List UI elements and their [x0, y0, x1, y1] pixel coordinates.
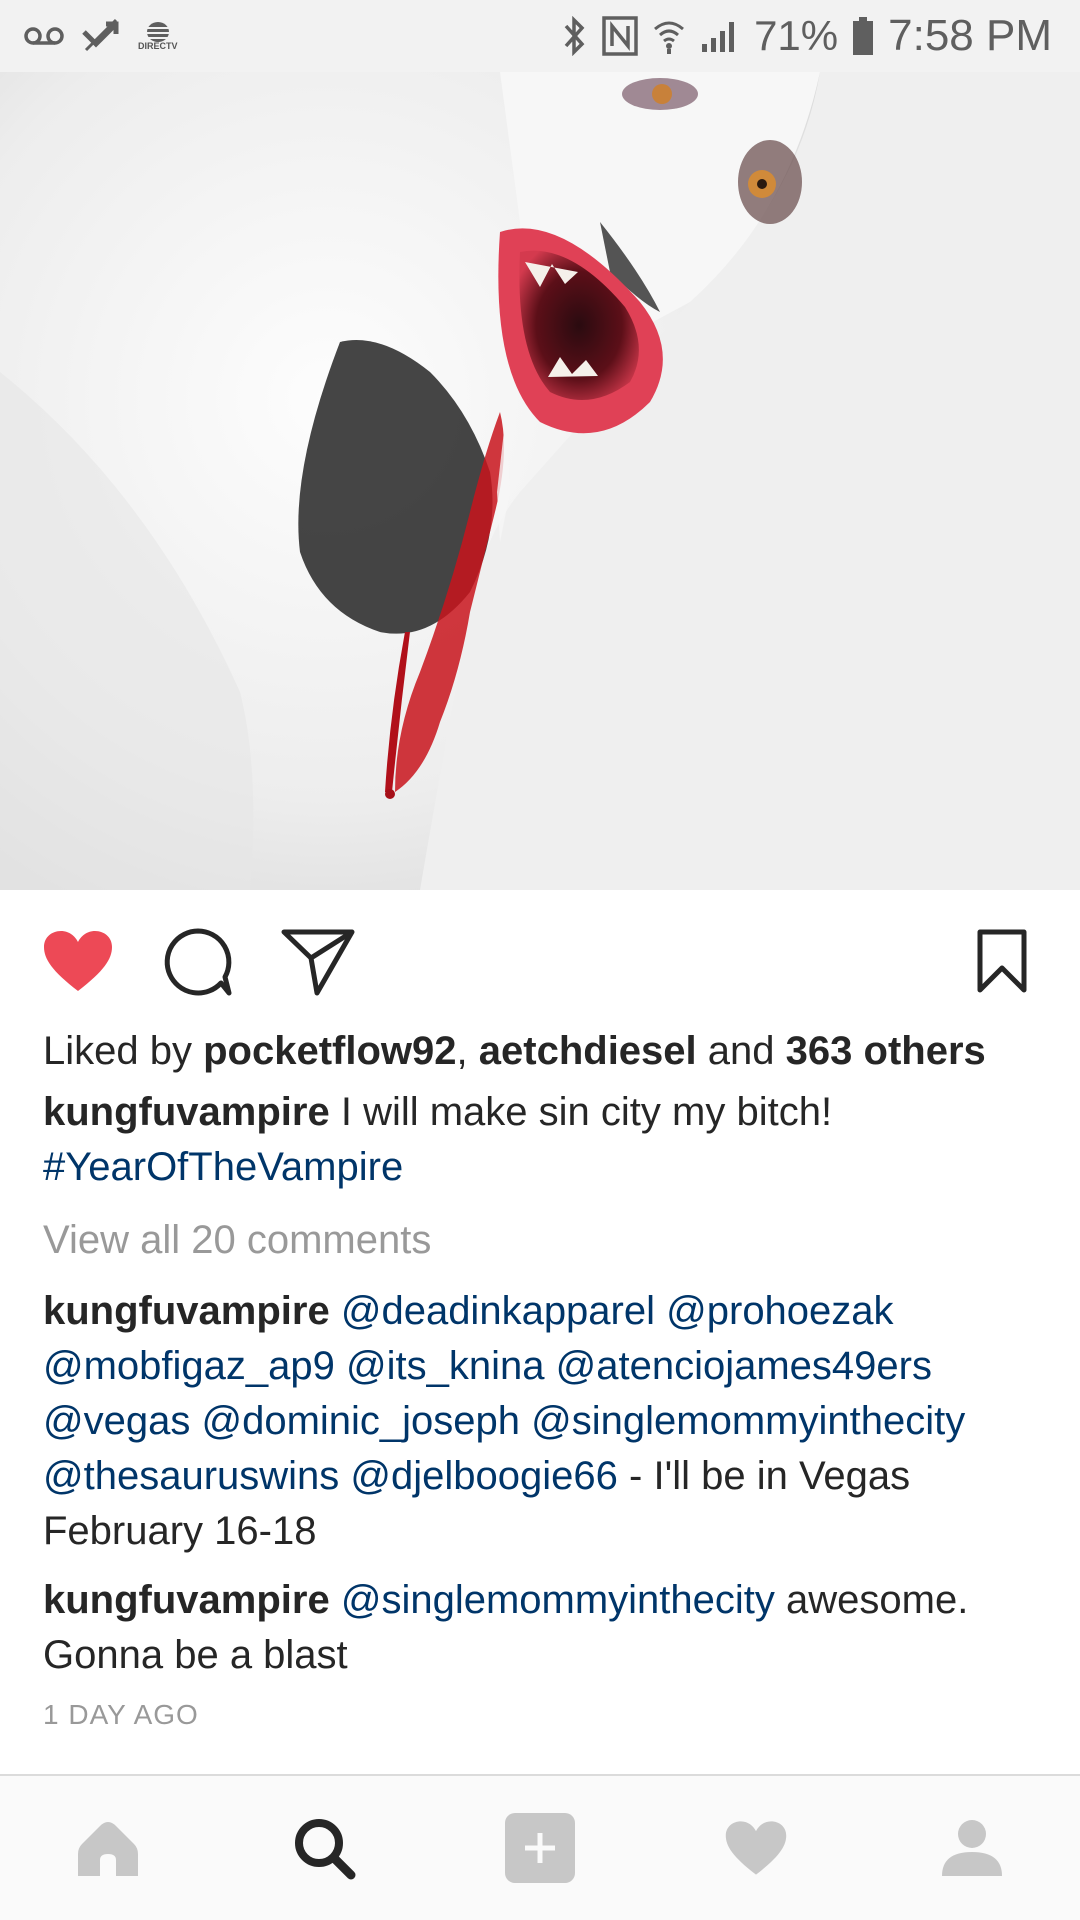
missed-call-icon	[82, 18, 119, 52]
like-button[interactable]	[40, 926, 116, 996]
mention-link[interactable]: @djelboogie66	[350, 1454, 617, 1498]
mention-link[interactable]: @its_knina	[346, 1344, 544, 1388]
post-timestamp: 1 DAY AGO	[43, 1699, 199, 1730]
search-icon	[295, 1819, 356, 1880]
wifi-icon	[654, 21, 685, 54]
likes-count-link[interactable]: 363 others	[786, 1029, 986, 1073]
paper-plane-icon	[281, 929, 355, 996]
directv-globe-icon	[146, 22, 169, 42]
voicemail-icon	[24, 27, 64, 45]
clock: 7:58 PM	[888, 11, 1052, 60]
status-bar-right: 71% 7:58 PM	[562, 11, 1052, 61]
save-button[interactable]	[972, 924, 1032, 998]
heart-filled-icon	[44, 931, 112, 991]
comment-username[interactable]: kungfuvampire	[43, 1289, 330, 1333]
comment-bubble-icon	[164, 928, 232, 996]
nav-add-post-button[interactable]	[432, 1776, 648, 1920]
profile-icon	[942, 1820, 1002, 1876]
mention-link[interactable]: @vegas	[43, 1399, 190, 1443]
add-post-icon	[505, 1813, 575, 1883]
bluetooth-icon	[564, 16, 585, 56]
vampire-portrait-image	[0, 72, 1080, 890]
nav-profile-button[interactable]	[864, 1776, 1080, 1920]
mention-link[interactable]: @prohoezak	[666, 1289, 893, 1333]
caption-text: I will make sin city my bitch!	[340, 1090, 833, 1134]
comment-username[interactable]: kungfuvampire	[43, 1578, 330, 1622]
mention-link[interactable]: @mobfigaz_ap9	[43, 1344, 335, 1388]
nav-home-button[interactable]	[0, 1776, 216, 1920]
mention-link[interactable]: @atenciojames49ers	[556, 1344, 932, 1388]
comment-button[interactable]	[162, 926, 234, 998]
battery-icon	[853, 17, 874, 55]
post-details: Liked by pocketflow92, aetchdiesel and 3…	[43, 1024, 1043, 1735]
mention-link[interactable]: @dominic_joseph	[201, 1399, 520, 1443]
nfc-icon	[602, 16, 638, 56]
comment-item: kungfuvampire @deadinkapparel @prohoezak…	[43, 1284, 1043, 1559]
signal-icon	[702, 22, 735, 52]
bookmark-icon	[977, 929, 1027, 993]
hashtag-link[interactable]: #YearOfTheVampire	[43, 1145, 403, 1189]
liked-user-link[interactable]: aetchdiesel	[479, 1029, 697, 1073]
mention-link[interactable]: @thesauruswins	[43, 1454, 339, 1498]
activity-heart-icon	[725, 1821, 787, 1875]
comment-item: kungfuvampire @singlemommyinthecity awes…	[43, 1573, 1043, 1683]
directv-logo: DIRECTV	[138, 21, 178, 51]
bottom-navigation	[0, 1774, 1080, 1920]
share-button[interactable]	[280, 926, 356, 998]
post-caption: kungfuvampire I will make sin city my bi…	[43, 1085, 1043, 1195]
nav-activity-button[interactable]	[648, 1776, 864, 1920]
home-icon	[78, 1822, 138, 1876]
mention-link[interactable]: @singlemommyinthecity	[341, 1578, 775, 1622]
liked-user-link[interactable]: pocketflow92	[203, 1029, 456, 1073]
battery-percent: 71%	[754, 12, 839, 59]
status-bar-left: DIRECTV	[24, 18, 178, 54]
post-photo[interactable]	[0, 72, 1080, 890]
nav-search-button[interactable]	[216, 1776, 432, 1920]
likes-separator: ,	[456, 1029, 468, 1073]
view-all-comments-link[interactable]: View all 20 comments	[43, 1213, 1043, 1268]
caption-username[interactable]: kungfuvampire	[43, 1090, 330, 1134]
mention-link[interactable]: @singlemommyinthecity	[531, 1399, 965, 1443]
carrier-label: DIRECTV	[138, 41, 178, 51]
likes-prefix: Liked by	[43, 1029, 192, 1073]
mention-link[interactable]: @deadinkapparel	[341, 1289, 655, 1333]
status-bar: DIRECTV 71% 7:58 PM	[0, 0, 1080, 72]
likes-and: and	[707, 1029, 775, 1073]
likes-line: Liked by pocketflow92, aetchdiesel and 3…	[43, 1024, 1043, 1079]
post-action-bar	[0, 890, 1080, 1030]
